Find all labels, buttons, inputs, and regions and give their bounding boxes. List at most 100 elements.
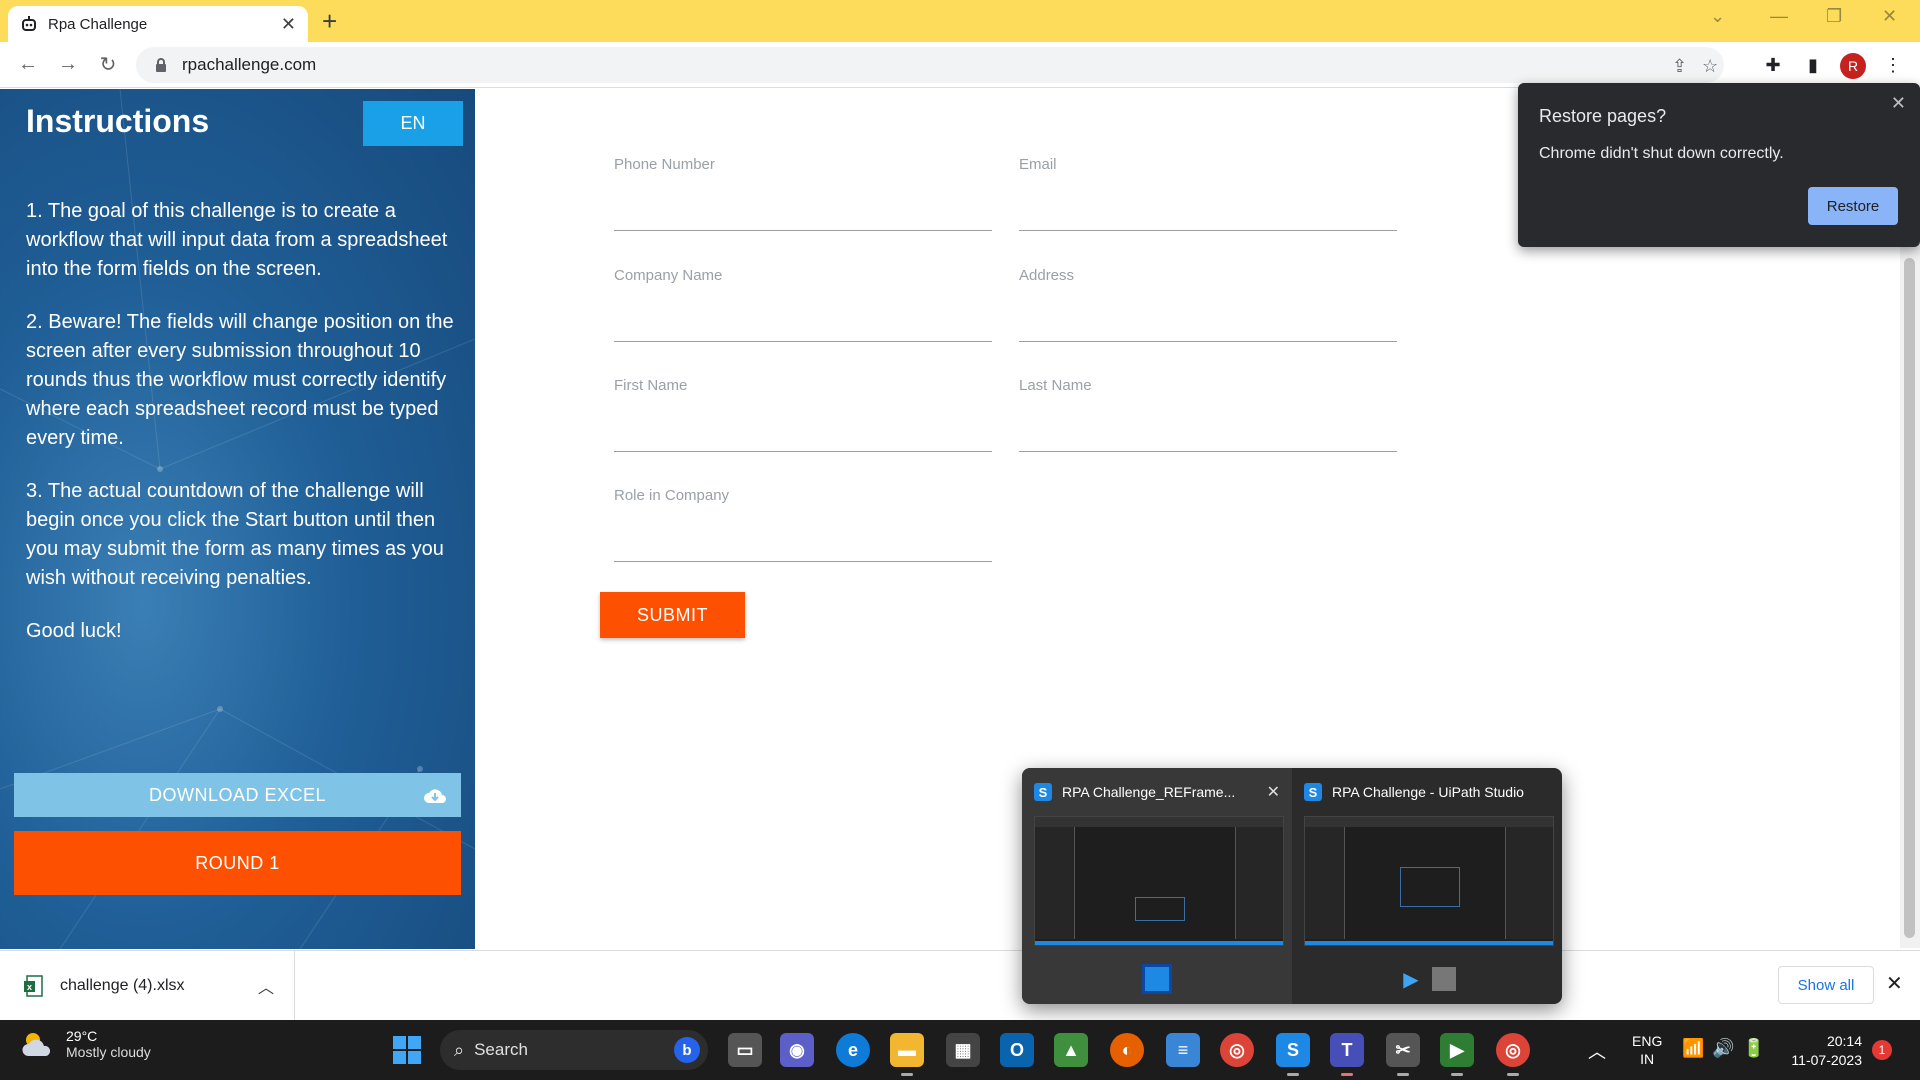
download-excel-button[interactable]: DOWNLOAD EXCEL [14, 773, 461, 817]
chevron-up-icon[interactable]: ︿ [1588, 1038, 1606, 1064]
company-name-input[interactable] [614, 306, 992, 342]
chevron-up-icon[interactable]: ︿ [258, 974, 274, 998]
microsoft-store-icon[interactable]: ▦ [946, 1033, 980, 1067]
restore-window-icon[interactable]: ❐ [1826, 6, 1842, 27]
wifi-volume-battery-icons[interactable]: 📶🔊🔋 [1682, 1038, 1773, 1059]
file-explorer-icon[interactable]: ▬ [890, 1033, 924, 1076]
tab-close-icon[interactable]: ✕ [281, 14, 296, 35]
excel-file-icon: x [24, 975, 43, 997]
restore-button[interactable]: Restore [1808, 187, 1898, 225]
bing-icon[interactable]: b [674, 1037, 700, 1063]
address-input[interactable] [1019, 306, 1397, 342]
tab-search-icon[interactable]: ⌄ [1710, 6, 1725, 27]
field-label: Address [1019, 267, 1075, 284]
close-window-icon[interactable]: ✕ [1882, 6, 1897, 27]
reload-icon[interactable]: ↻ [94, 50, 122, 78]
instructions-panel: Instructions EN 1. The goal of this chal… [0, 89, 475, 949]
clock-date: 11-07-2023 [1791, 1052, 1862, 1068]
role-in-company-field: Role in Company [614, 487, 992, 562]
instruction-step: 1. The goal of this challenge is to crea… [26, 200, 448, 280]
tab-title: Rpa Challenge [48, 15, 148, 33]
tab-strip: Rpa Challenge ✕ + ⌄ — ❐ ✕ [0, 0, 1920, 42]
teams-chat-icon[interactable]: ◉ [780, 1033, 814, 1067]
instruction-step: 3. The actual countdown of the challenge… [26, 480, 444, 589]
close-icon[interactable]: ✕ [1891, 93, 1906, 114]
menu-kebab-icon[interactable]: ⋮ [1880, 52, 1906, 78]
outlook-icon[interactable]: O [1000, 1033, 1034, 1067]
email-input[interactable] [1019, 195, 1397, 231]
cloud-download-icon [424, 789, 446, 803]
uipath-assistant-icon[interactable]: ▶ [1440, 1033, 1474, 1076]
round-start-button[interactable]: ROUND 1 [14, 831, 461, 895]
back-icon[interactable]: ← [14, 50, 42, 78]
minimize-icon[interactable]: — [1770, 6, 1788, 27]
task-view-icon[interactable]: ▭ [728, 1033, 762, 1067]
field-label: Phone Number [614, 156, 715, 173]
field-label: Company Name [614, 267, 723, 284]
preview-controls: ▶ [1292, 964, 1562, 994]
role-in-company-input[interactable] [614, 526, 992, 562]
taskbar-search[interactable]: ⌕ Search b [440, 1030, 708, 1070]
window-preview-header: S RPA Challenge - UiPath Studio [1304, 780, 1550, 804]
stop-icon[interactable] [1432, 967, 1456, 991]
notification-badge[interactable]: 1 [1872, 1040, 1892, 1060]
uipath-studio-taskbar-icon[interactable]: S [1276, 1033, 1310, 1076]
windows-start-icon[interactable] [392, 1035, 422, 1065]
instruction-good-luck: Good luck! [26, 620, 122, 642]
window-preview-uipath-studio[interactable]: S RPA Challenge - UiPath Studio ▶ [1292, 768, 1562, 1004]
language-code: ENG [1632, 1033, 1663, 1049]
instructions-text: 1. The goal of this challenge is to crea… [26, 197, 456, 670]
snipping-tool-icon[interactable]: ✂ [1386, 1033, 1420, 1076]
search-placeholder: Search [474, 1040, 528, 1059]
language-button[interactable]: EN [363, 101, 463, 146]
clock-time: 20:14 [1826, 1033, 1862, 1049]
address-field: Address [1019, 267, 1397, 342]
field-label: First Name [614, 377, 688, 394]
download-item[interactable]: x challenge (4).xlsx ︿ [0, 951, 295, 1021]
close-icon[interactable]: ✕ [1267, 782, 1280, 802]
url-text: rpachallenge.com [182, 55, 317, 74]
stop-icon[interactable] [1142, 964, 1172, 994]
forward-icon[interactable]: → [54, 50, 82, 78]
window-thumbnail [1304, 816, 1554, 946]
chrome-icon[interactable]: ◎ [1220, 1033, 1254, 1067]
input-language[interactable]: ENG IN [1632, 1032, 1662, 1068]
uipath-studio-icon: S [1034, 783, 1052, 801]
first-name-input[interactable] [614, 416, 992, 452]
cloudy-weather-icon [22, 1033, 51, 1056]
show-all-button[interactable]: Show all [1778, 966, 1874, 1004]
extensions-icon[interactable]: ✚ [1760, 52, 1786, 78]
window-preview-header: S RPA Challenge_REFrame... ✕ [1034, 780, 1280, 804]
image-viewer-icon[interactable]: ▲ [1054, 1033, 1088, 1067]
phone-number-input[interactable] [614, 195, 992, 231]
new-tab-icon[interactable]: + [322, 6, 337, 37]
edge-browser-icon[interactable]: e [836, 1033, 870, 1067]
phone-number-field: Phone Number [614, 156, 992, 231]
submit-button[interactable]: SUBMIT [600, 592, 745, 638]
play-icon[interactable]: ▶ [1398, 966, 1424, 992]
window-preview-reframework[interactable]: S RPA Challenge_REFrame... ✕ [1022, 768, 1292, 1004]
company-name-field: Company Name [614, 267, 992, 342]
bookmark-star-icon[interactable]: ☆ [1702, 56, 1718, 77]
weather-widget[interactable]: 29°C Mostly cloudy [20, 1028, 151, 1060]
share-icon[interactable]: ⇪ [1672, 56, 1687, 77]
firefox-icon[interactable]: ◐ [1110, 1033, 1144, 1067]
download-excel-label: DOWNLOAD EXCEL [148, 784, 327, 805]
svg-text:S: S [1039, 785, 1048, 800]
scrollbar-thumb[interactable] [1904, 258, 1915, 938]
chrome-profile-icon[interactable]: ◎ [1496, 1033, 1530, 1076]
window-preview-title: RPA Challenge_REFrame... [1062, 784, 1236, 800]
download-file-name: challenge (4).xlsx [60, 977, 185, 994]
teams-icon[interactable]: T [1330, 1033, 1364, 1076]
close-download-bar-icon[interactable]: ✕ [1886, 971, 1903, 996]
browser-tab[interactable]: Rpa Challenge ✕ [8, 6, 308, 42]
system-clock[interactable]: 20:14 11-07-2023 [1782, 1032, 1862, 1070]
last-name-input[interactable] [1019, 416, 1397, 452]
side-panel-icon[interactable]: ▮ [1800, 52, 1826, 78]
browser-toolbar: ← → ↻ rpachallenge.com ⇪ ☆ ✚ ▮ R ⋮ [0, 42, 1920, 88]
instruction-step: 2. Beware! The fields will change positi… [26, 311, 454, 449]
svg-text:S: S [1309, 785, 1318, 800]
profile-avatar[interactable]: R [1840, 53, 1866, 79]
address-bar[interactable]: rpachallenge.com ⇪ ☆ [136, 47, 1724, 83]
notepad-icon[interactable]: ≡ [1166, 1033, 1200, 1067]
